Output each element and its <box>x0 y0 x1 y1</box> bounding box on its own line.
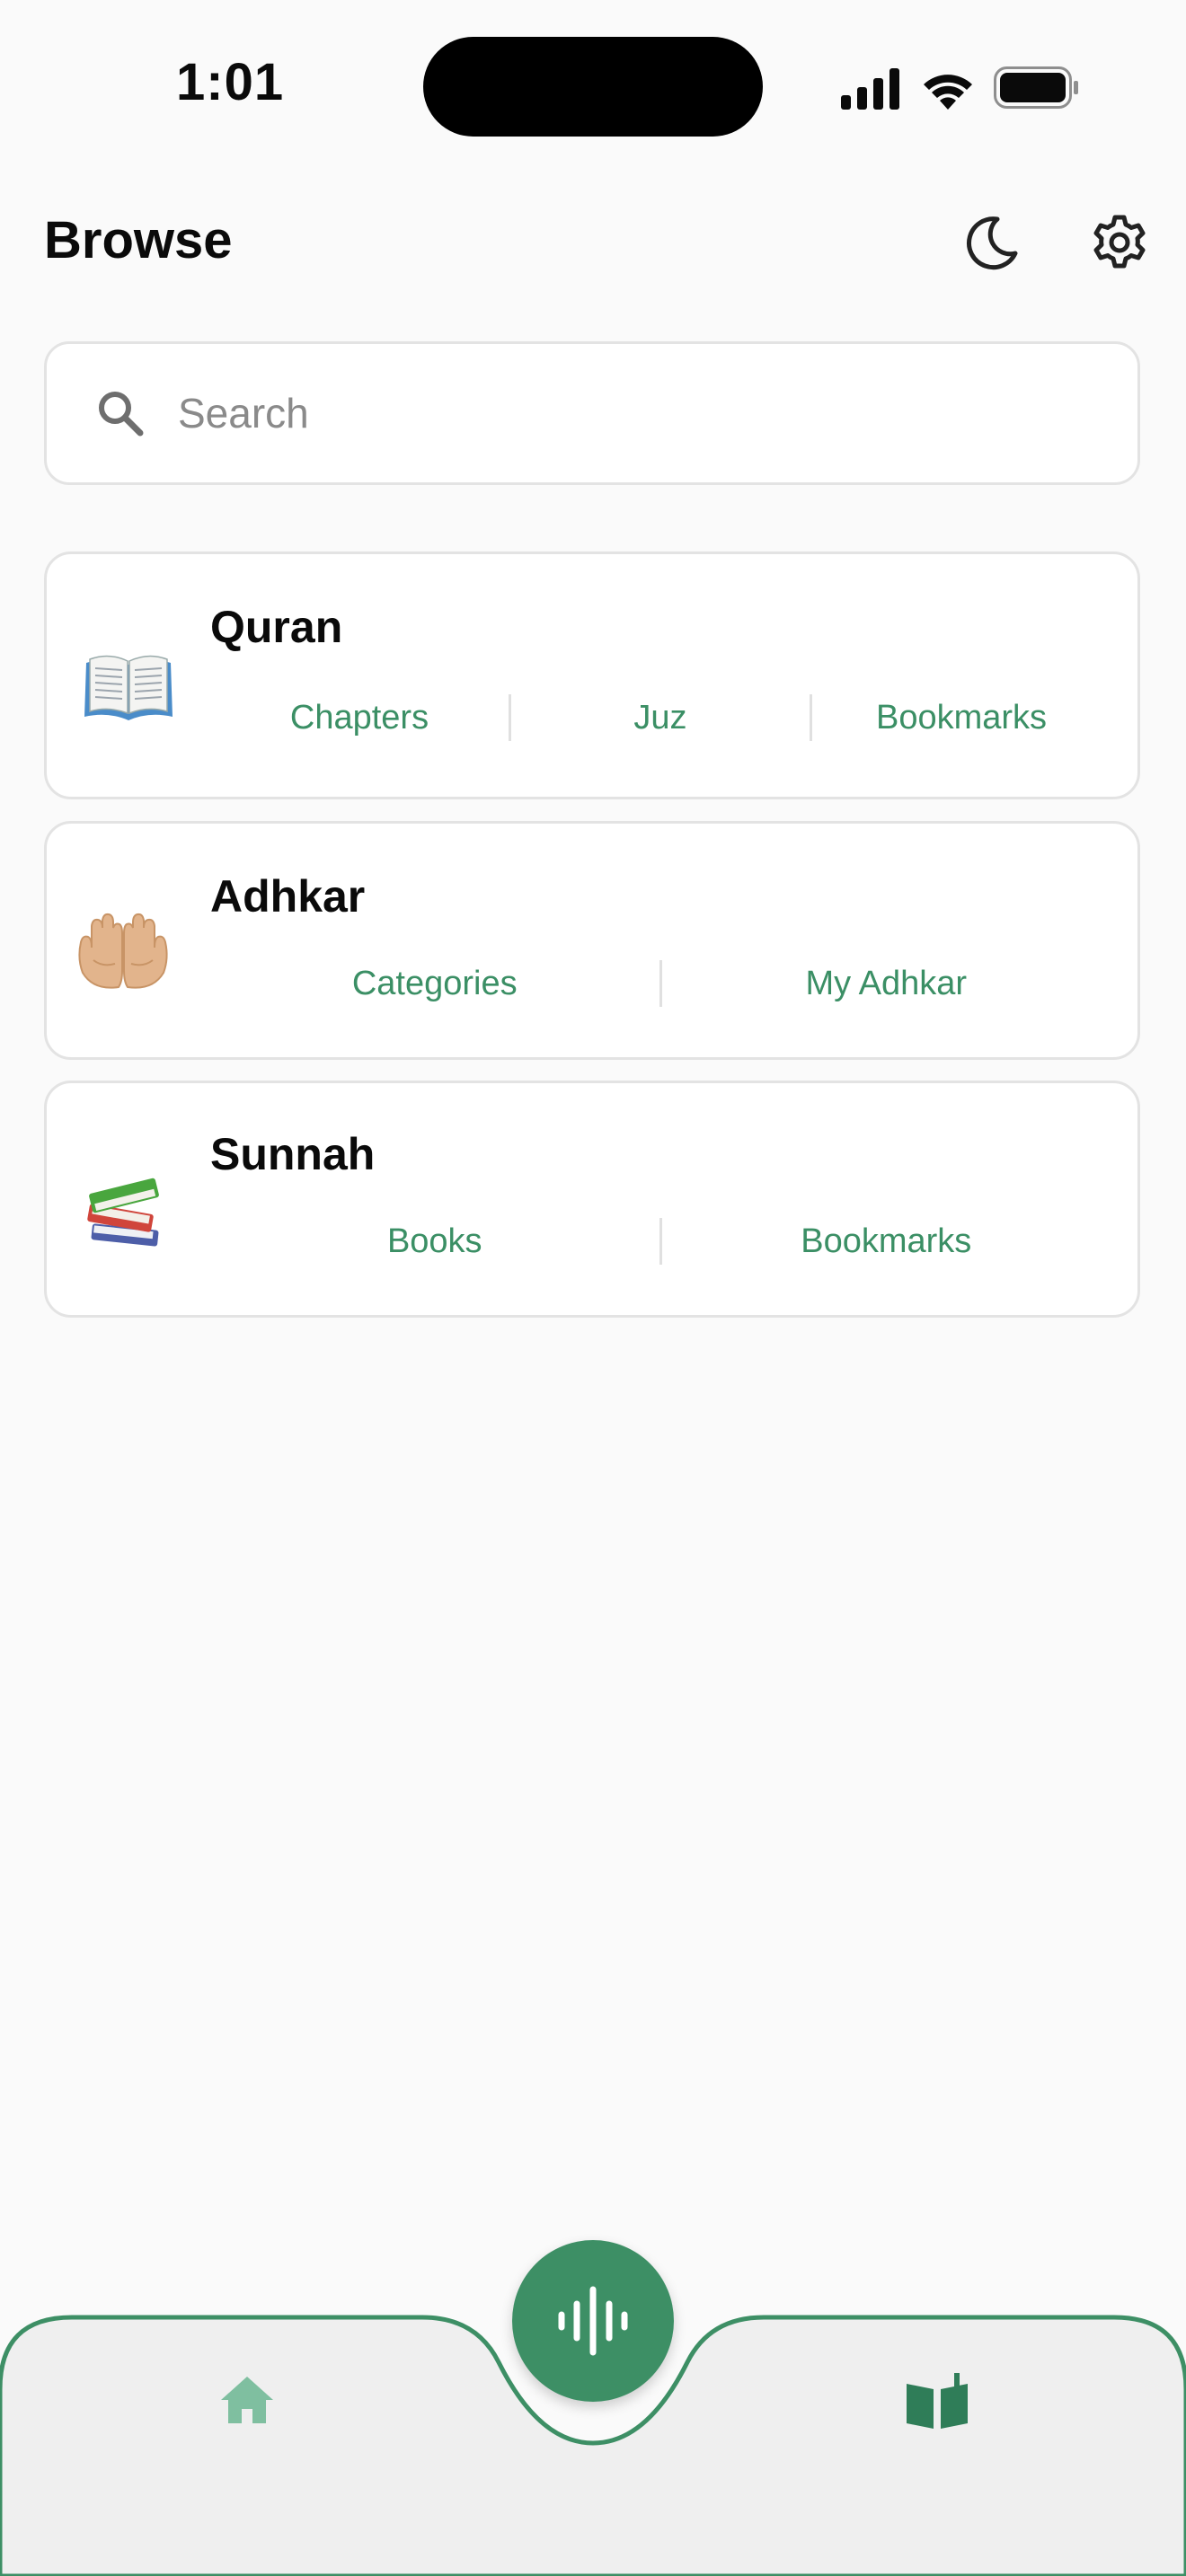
card-links: Chapters Juz Bookmarks <box>210 693 1111 743</box>
status-time: 1:01 <box>176 53 285 111</box>
browse-tab[interactable] <box>904 2371 970 2430</box>
moon-icon <box>967 216 1018 270</box>
quran-card[interactable]: Quran Chapters Juz Bookmarks <box>44 551 1140 799</box>
sunnah-card[interactable]: Sunnah Books Bookmarks <box>44 1081 1140 1318</box>
gear-icon <box>1093 215 1146 269</box>
books-emoji <box>87 1178 159 1247</box>
dynamic-island <box>423 37 763 137</box>
dark-mode-toggle[interactable] <box>963 214 1021 271</box>
card-title: Quran <box>210 602 343 652</box>
settings-button[interactable] <box>1091 214 1148 271</box>
card-links: Books Bookmarks <box>210 1216 1111 1266</box>
sunnah-bookmarks-link[interactable]: Bookmarks <box>662 1216 1111 1266</box>
voice-search-button[interactable] <box>512 2240 674 2402</box>
sunnah-books-link[interactable]: Books <box>210 1216 659 1266</box>
cellular-signal-icon <box>841 68 899 110</box>
adhkar-categories-link[interactable]: Categories <box>210 958 659 1009</box>
status-icons <box>841 66 1078 110</box>
card-links: Categories My Adhkar <box>210 958 1111 1009</box>
home-tab[interactable] <box>217 2373 277 2427</box>
adhkar-card[interactable]: Adhkar Categories My Adhkar <box>44 821 1140 1060</box>
audio-waveform-icon <box>558 2286 628 2356</box>
my-adhkar-link[interactable]: My Adhkar <box>662 958 1111 1009</box>
battery-icon <box>994 66 1078 109</box>
quran-chapters-link[interactable]: Chapters <box>210 693 509 743</box>
palms-up-emoji <box>78 913 168 989</box>
home-icon <box>221 2377 273 2423</box>
page-title: Browse <box>44 211 233 269</box>
card-title: Sunnah <box>210 1129 376 1179</box>
card-title: Adhkar <box>210 871 366 922</box>
wifi-icon <box>924 75 972 110</box>
search-icon <box>99 392 144 437</box>
open-book-emoji <box>84 655 173 720</box>
quran-bookmarks-link[interactable]: Bookmarks <box>812 693 1111 743</box>
quran-juz-link[interactable]: Juz <box>511 693 810 743</box>
search-box[interactable] <box>44 341 1140 485</box>
search-input[interactable] <box>176 388 1078 438</box>
open-book-icon <box>907 2373 968 2429</box>
status-bar: 1:01 <box>0 0 1186 171</box>
